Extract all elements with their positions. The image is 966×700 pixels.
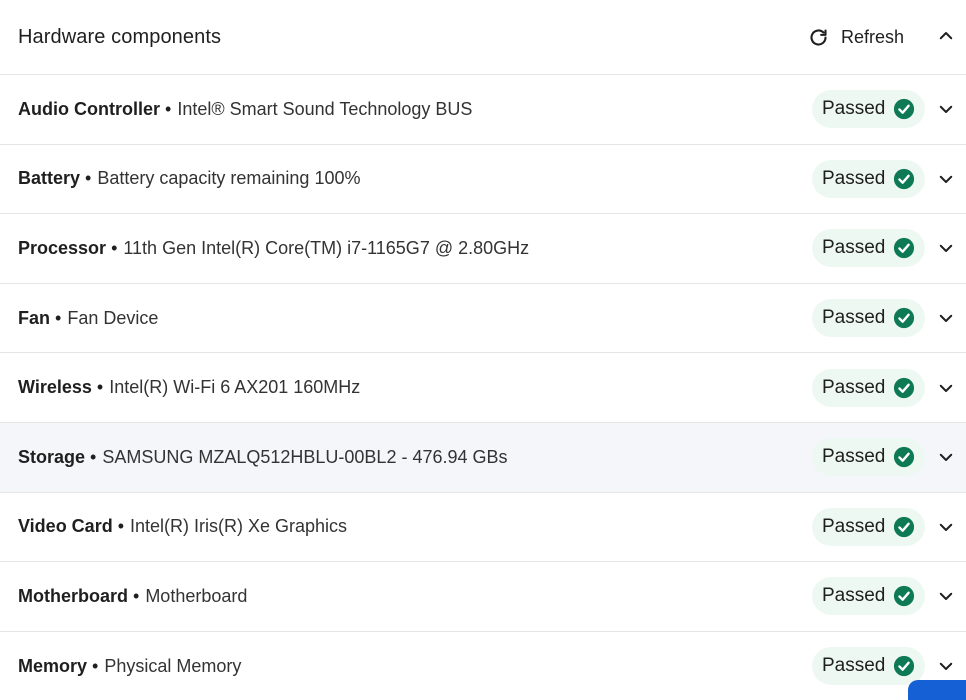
floating-action-button[interactable] <box>908 680 966 700</box>
status-label: Passed <box>822 98 886 120</box>
chevron-down-icon[interactable] <box>937 518 955 536</box>
component-name: Storage <box>18 446 86 467</box>
component-name: Memory <box>18 655 88 676</box>
panel-title: Hardware components <box>18 25 222 48</box>
check-circle-icon <box>893 168 915 190</box>
status-label: Passed <box>822 655 886 677</box>
component-name: Wireless <box>18 377 92 398</box>
refresh-icon <box>808 27 829 48</box>
status-label: Passed <box>822 515 886 537</box>
component-row-video-card[interactable]: Video Card • Intel(R) Iris(R) Xe Graphic… <box>0 493 966 563</box>
check-circle-icon <box>893 655 915 677</box>
separator: • <box>96 377 104 398</box>
component-name: Battery <box>18 168 81 189</box>
status-badge: Passed <box>812 159 926 198</box>
component-row-storage[interactable]: Storage • SAMSUNG MZALQ512HBLU-00BL2 - 4… <box>0 422 966 493</box>
component-name: Motherboard <box>18 585 128 606</box>
refresh-button[interactable]: Refresh <box>808 24 904 50</box>
component-description: Motherboard <box>145 585 248 606</box>
chevron-down-icon[interactable] <box>937 379 955 397</box>
status-label: Passed <box>822 446 886 468</box>
check-circle-icon <box>893 585 915 607</box>
chevron-down-icon[interactable] <box>937 170 955 188</box>
hardware-components-panel: Hardware components Refresh Audio Contro… <box>0 0 966 700</box>
separator: • <box>117 516 125 537</box>
component-description: Intel(R) Iris(R) Xe Graphics <box>130 516 348 537</box>
component-row-motherboard[interactable]: Motherboard • Motherboard Passed <box>0 562 966 632</box>
panel-header: Hardware components Refresh <box>0 0 966 75</box>
status-badge: Passed <box>812 90 926 129</box>
status-label: Passed <box>822 585 886 607</box>
chevron-down-icon[interactable] <box>937 587 955 605</box>
separator: • <box>165 98 172 119</box>
component-description: Intel(R) Wi-Fi 6 AX201 160MHz <box>109 377 361 398</box>
component-name: Audio Controller <box>18 98 160 119</box>
status-badge: Passed <box>812 507 926 546</box>
separator: • <box>92 655 99 676</box>
refresh-label: Refresh <box>841 26 905 47</box>
component-list: Audio Controller • Intel® Smart Sound Te… <box>0 75 966 700</box>
chevron-down-icon[interactable] <box>937 657 955 675</box>
check-circle-icon <box>893 237 915 259</box>
status-badge: Passed <box>812 577 926 616</box>
status-label: Passed <box>822 167 886 189</box>
component-row-memory[interactable]: Memory • Physical Memory Passed <box>0 632 966 700</box>
status-badge: Passed <box>812 299 926 338</box>
status-badge: Passed <box>812 647 926 686</box>
component-description: Intel® Smart Sound Technology BUS <box>177 98 473 119</box>
status-label: Passed <box>822 237 886 259</box>
check-circle-icon <box>893 446 915 468</box>
chevron-down-icon[interactable] <box>937 448 955 466</box>
chevron-down-icon[interactable] <box>937 100 955 118</box>
component-name: Video Card <box>18 516 113 537</box>
status-label: Passed <box>822 307 886 329</box>
chevron-up-icon <box>937 32 955 49</box>
check-circle-icon <box>893 98 915 120</box>
chevron-down-icon[interactable] <box>937 239 955 257</box>
component-row-fan[interactable]: Fan • Fan Device Passed <box>0 284 966 354</box>
check-circle-icon <box>893 377 915 399</box>
component-description: Fan Device <box>67 307 159 328</box>
component-description: Battery capacity remaining 100% <box>97 168 361 189</box>
status-label: Passed <box>822 376 886 398</box>
status-badge: Passed <box>812 368 926 407</box>
chevron-down-icon[interactable] <box>937 309 955 327</box>
component-name: Fan <box>18 307 51 328</box>
separator: • <box>111 237 118 258</box>
component-row-wireless[interactable]: Wireless • Intel(R) Wi-Fi 6 AX201 160MHz… <box>0 353 966 423</box>
separator: • <box>133 585 140 606</box>
status-badge: Passed <box>812 229 926 268</box>
component-description: 11th Gen Intel(R) Core(TM) i7-1165G7 @ 2… <box>123 237 530 258</box>
component-description: Physical Memory <box>104 655 242 676</box>
component-row-battery[interactable]: Battery • Battery capacity remaining 100… <box>0 145 966 215</box>
component-row-audio-controller[interactable]: Audio Controller • Intel® Smart Sound Te… <box>0 75 966 145</box>
collapse-button[interactable] <box>937 27 955 45</box>
status-badge: Passed <box>812 438 926 477</box>
component-row-processor[interactable]: Processor • 11th Gen Intel(R) Core(TM) i… <box>0 214 966 284</box>
component-name: Processor <box>18 237 107 258</box>
separator: • <box>90 446 97 467</box>
component-description: SAMSUNG MZALQ512HBLU-00BL2 - 476.94 GBs <box>102 446 508 467</box>
check-circle-icon <box>893 516 915 538</box>
check-circle-icon <box>893 307 915 329</box>
separator: • <box>55 307 62 328</box>
separator: • <box>85 168 92 189</box>
